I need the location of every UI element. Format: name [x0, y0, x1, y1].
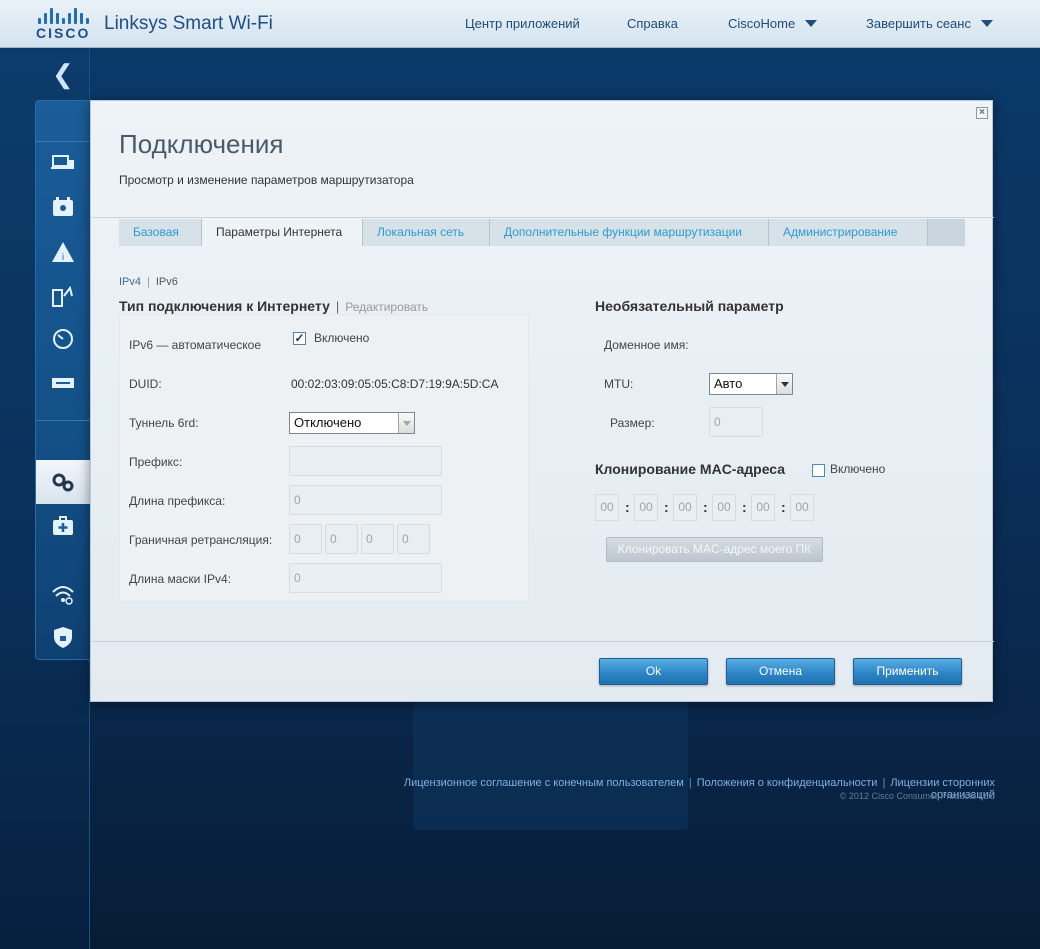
cancel-button[interactable]: Отмена — [726, 658, 835, 685]
chevron-down-icon — [776, 374, 792, 394]
tab-internet-settings[interactable]: Параметры Интернета — [202, 219, 363, 246]
router-name: CiscoHome — [728, 16, 796, 31]
app-center-link[interactable]: Центр приложений — [465, 16, 580, 31]
mtu-size-input[interactable]: 0 — [709, 407, 763, 437]
divider — [91, 217, 994, 218]
ipv4-link[interactable]: IPv4 — [119, 276, 141, 288]
usb-storage-icon[interactable] — [50, 371, 76, 395]
ipv6-enabled-checkbox[interactable]: ✓ — [293, 332, 306, 345]
chevron-down-icon — [805, 20, 818, 27]
dialog-title: Подключения — [119, 129, 284, 159]
tab-strip: Базовая Параметры Интернета Локальная се… — [119, 219, 965, 246]
tab-advanced-routing[interactable]: Дополнительные функции маршрутизации — [490, 219, 769, 246]
domain-name-label: Доменное имя: — [604, 338, 689, 352]
tunnel-6rd-select[interactable]: Отключено — [289, 412, 415, 434]
mac-octet-2[interactable]: 00 — [634, 494, 658, 521]
cisco-logo: CISCO — [36, 8, 96, 41]
tab-administration[interactable]: Администрирование — [769, 219, 928, 246]
dialog-subtitle: Просмотр и изменение параметров маршрути… — [119, 173, 414, 187]
mtu-value: Авто — [714, 376, 743, 391]
ipv6-enabled-label: Включено — [314, 331, 370, 345]
devices-icon[interactable] — [50, 151, 76, 175]
chevron-down-icon — [980, 20, 993, 27]
mac-colon: : — [742, 499, 747, 515]
edit-link[interactable]: Редактировать — [345, 300, 428, 314]
tunnel-6rd-label: Туннель 6rd: — [129, 416, 199, 430]
chevron-down-icon — [398, 413, 414, 433]
mac-clone-enabled-label: Включено — [830, 462, 886, 476]
logout-menu[interactable]: Завершить сеанс — [866, 16, 993, 31]
mac-colon: : — [625, 499, 630, 515]
rail-divider — [36, 420, 90, 421]
ip-version-selector: IPv4 | IPv6 — [119, 276, 178, 288]
clone-mac-button[interactable]: Клонировать MAC-адрес моего ПК — [606, 537, 823, 562]
prefix-label: Префикс: — [129, 455, 183, 469]
privacy-link[interactable]: Положения о конфиденциальности — [697, 777, 878, 789]
ok-button[interactable]: Ok — [599, 658, 708, 685]
mac-clone-title: Клонирование MAC-адреса — [595, 461, 786, 477]
prefix-length-label: Длина префикса: — [129, 494, 226, 508]
apply-button[interactable]: Применить — [853, 658, 962, 685]
border-relay-octet-2[interactable]: 0 — [325, 524, 358, 554]
speedtest-icon[interactable] — [50, 327, 76, 351]
optional-settings-title: Необязательный параметр — [595, 298, 784, 314]
logout-label: Завершить сеанс — [866, 16, 971, 31]
border-relay-octet-3[interactable]: 0 — [361, 524, 394, 554]
mac-colon: : — [703, 499, 708, 515]
border-relay-octet-1[interactable]: 0 — [289, 524, 322, 554]
troubleshooting-icon[interactable] — [50, 514, 76, 538]
tunnel-6rd-value: Отключено — [294, 415, 362, 430]
mac-colon: : — [664, 499, 669, 515]
ipv6-link[interactable]: IPv6 — [156, 276, 178, 288]
media-priority-icon[interactable] — [50, 284, 76, 308]
tab-local-network[interactable]: Локальная сеть — [363, 219, 490, 246]
top-bar: CISCO Linksys Smart Wi-Fi Центр приложен… — [0, 0, 1040, 48]
security-icon[interactable] — [50, 625, 76, 649]
brand-title: Linksys Smart Wi-Fi — [104, 13, 273, 34]
svg-text:i: i — [62, 253, 65, 263]
mtu-size-label: Размер: — [610, 416, 655, 430]
eula-link[interactable]: Лицензионное соглашение с конечным польз… — [404, 777, 684, 789]
connectivity-gear-icon[interactable] — [50, 470, 76, 494]
back-arrow-icon[interactable]: ❮ — [52, 61, 74, 87]
prefix-input[interactable] — [289, 446, 442, 476]
mac-octet-6[interactable]: 00 — [790, 494, 814, 521]
connectivity-dialog: × Подключения Просмотр и изменение парам… — [90, 100, 994, 702]
ipv4-mask-length-input[interactable]: 0 — [289, 563, 442, 593]
mtu-select[interactable]: Авто — [709, 373, 793, 395]
close-icon[interactable]: × — [976, 107, 988, 119]
duid-value: 00:02:03:09:05:05:C8:D7:19:9A:5D:CA — [291, 377, 499, 391]
connection-type-title: Тип подключения к Интернету — [119, 298, 330, 314]
mac-clone-checkbox[interactable] — [812, 464, 825, 477]
wireless-icon[interactable] — [50, 582, 76, 606]
router-menu[interactable]: CiscoHome — [728, 16, 818, 31]
border-relay-octet-4[interactable]: 0 — [397, 524, 430, 554]
footer-divider — [91, 641, 994, 642]
mtu-label: MTU: — [604, 377, 634, 391]
rail-divider — [36, 141, 90, 142]
ipv6-auto-label: IPv6 — автоматическое — [129, 338, 262, 352]
border-relay-label: Граничная ретрансляция: — [129, 533, 273, 547]
prefix-length-input[interactable]: 0 — [289, 485, 442, 515]
parental-calendar-icon[interactable] — [50, 195, 76, 219]
mac-octet-3[interactable]: 00 — [673, 494, 697, 521]
duid-label: DUID: — [129, 377, 162, 391]
mac-colon: : — [781, 499, 786, 515]
tab-basic[interactable]: Базовая — [119, 219, 202, 246]
copyright: © 2012 Cisco Consumer Products LLC — [839, 791, 995, 801]
ipv4-mask-length-label: Длина маски IPv4: — [129, 572, 232, 586]
background-panel — [413, 700, 688, 830]
help-link[interactable]: Справка — [627, 16, 678, 31]
mac-octet-1[interactable]: 00 — [595, 494, 619, 521]
guest-warning-icon[interactable]: i — [50, 240, 76, 264]
mac-octet-4[interactable]: 00 — [712, 494, 736, 521]
connection-type-heading: Тип подключения к Интернету | Редактироват… — [119, 298, 429, 314]
mac-octet-5[interactable]: 00 — [751, 494, 775, 521]
